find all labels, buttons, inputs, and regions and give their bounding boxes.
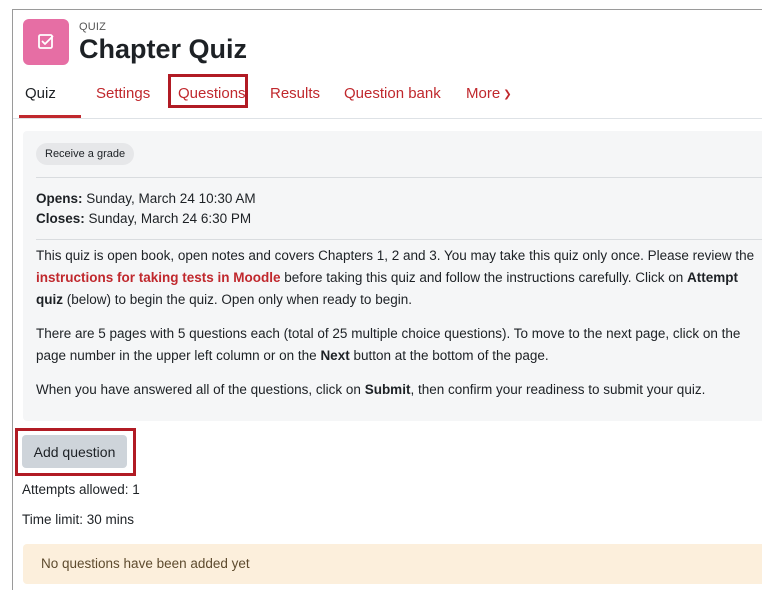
chevron-down-icon: ❯: [503, 89, 512, 100]
opens-label: Opens:: [36, 191, 83, 206]
tab-questions[interactable]: Questions: [178, 85, 246, 102]
quiz-checkbox-icon: [23, 19, 69, 65]
next-text: Next: [320, 348, 350, 363]
active-tab-indicator: [19, 115, 81, 118]
tab-more-label: More: [466, 85, 501, 102]
completion-badge: Receive a grade: [36, 143, 135, 165]
page-title: Chapter Quiz: [79, 34, 248, 64]
description-paragraph: When you have answered all of the questi…: [36, 379, 758, 401]
description-paragraph: There are 5 pages with 5 questions each …: [36, 323, 758, 367]
add-question-button[interactable]: Add question: [22, 435, 127, 468]
tab-results[interactable]: Results: [270, 85, 320, 102]
tab-quiz[interactable]: Quiz: [25, 85, 56, 102]
notice-text: No questions have been added yet: [41, 556, 250, 571]
no-questions-notice: No questions have been added yet: [23, 544, 762, 584]
text: (below) to begin the quiz. Open only whe…: [63, 292, 412, 307]
divider: [36, 239, 762, 240]
submit-text: Submit: [364, 382, 411, 397]
checkbox-icon: [38, 34, 54, 49]
activity-dates: Opens: Sunday, March 24 10:30 AM Closes:…: [36, 189, 256, 229]
page-frame: QUIZ Chapter Quiz Quiz Settings Question…: [12, 9, 762, 590]
tab-more[interactable]: More ❯: [466, 85, 512, 102]
opens-row: Opens: Sunday, March 24 10:30 AM: [36, 189, 256, 209]
description-paragraph: This quiz is open book, open notes and c…: [36, 245, 758, 311]
text: before taking this quiz and follow the i…: [280, 270, 687, 285]
text: When you have answered all of the questi…: [36, 382, 365, 397]
attempts-allowed: Attempts allowed: 1: [22, 482, 140, 497]
time-limit: Time limit: 30 mins: [22, 512, 135, 527]
text: , then confirm your readiness to submit …: [410, 382, 706, 397]
secondary-navigation: Quiz Settings Questions Results Question…: [13, 72, 762, 119]
instructions-link[interactable]: instructions for taking tests in Moodle: [36, 270, 281, 285]
closes-value: Sunday, March 24 6:30 PM: [84, 211, 252, 226]
closes-row: Closes: Sunday, March 24 6:30 PM: [36, 209, 256, 229]
activity-information: Receive a grade Opens: Sunday, March 24 …: [23, 131, 762, 421]
divider: [36, 177, 762, 178]
closes-label: Closes:: [36, 211, 85, 226]
quiz-description: This quiz is open book, open notes and c…: [36, 245, 758, 413]
activity-type-label: QUIZ: [79, 21, 107, 33]
text: This quiz is open book, open notes and c…: [36, 248, 755, 263]
text: button at the bottom of the page.: [349, 348, 549, 363]
tab-settings[interactable]: Settings: [96, 85, 150, 102]
opens-value: Sunday, March 24 10:30 AM: [82, 191, 256, 206]
tab-question-bank[interactable]: Question bank: [344, 85, 441, 102]
